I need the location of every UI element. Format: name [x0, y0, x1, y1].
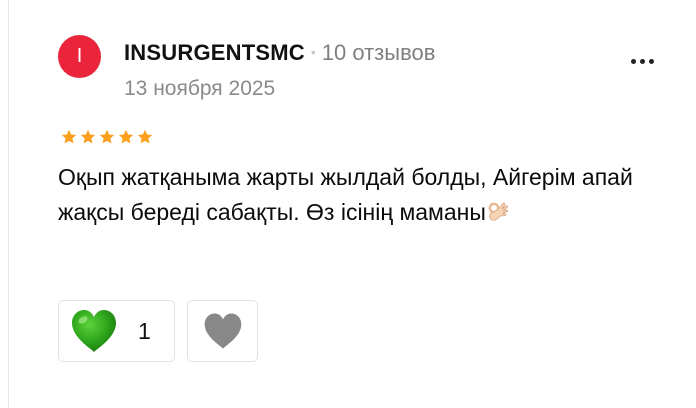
reactions: 1 — [58, 300, 258, 362]
separator-dot: • — [310, 44, 316, 60]
review-date: 13 ноября 2025 — [124, 77, 276, 100]
review-page: I INSURGENTSMC • 10 отзывов 13 ноября 2025… — [0, 0, 696, 408]
more-dots-icon-dot-3 — [648, 58, 654, 64]
review-text: Оқып жатқаныма жарты жылдай болды, Айгер… — [58, 160, 668, 230]
star-icon — [137, 129, 153, 144]
author-name[interactable]: INSURGENTSMC — [124, 40, 305, 65]
avatar[interactable]: I — [58, 35, 101, 78]
like-button[interactable]: 1 — [58, 300, 175, 362]
ok-hand-icon — [488, 202, 509, 221]
star-icon — [80, 129, 96, 144]
more-dots-icon — [630, 58, 636, 64]
author-row: INSURGENTSMC • 10 отзывов — [124, 39, 435, 66]
more-dots-icon-dot-2 — [639, 58, 645, 64]
grey-heart-icon — [204, 313, 241, 349]
star-icon — [99, 129, 115, 144]
more-options-button[interactable] — [620, 46, 664, 76]
star-rating — [60, 128, 154, 146]
star-icon — [118, 129, 134, 144]
like-count: 1 — [138, 317, 151, 344]
dislike-button[interactable] — [187, 300, 258, 362]
review-text-content: Оқып жатқаныма жарты жылдай болды, Айгер… — [58, 164, 633, 225]
author-review-count: 10 отзывов — [321, 40, 436, 65]
green-heart-icon — [72, 310, 116, 352]
star-icon — [61, 129, 77, 144]
left-divider — [8, 0, 9, 408]
